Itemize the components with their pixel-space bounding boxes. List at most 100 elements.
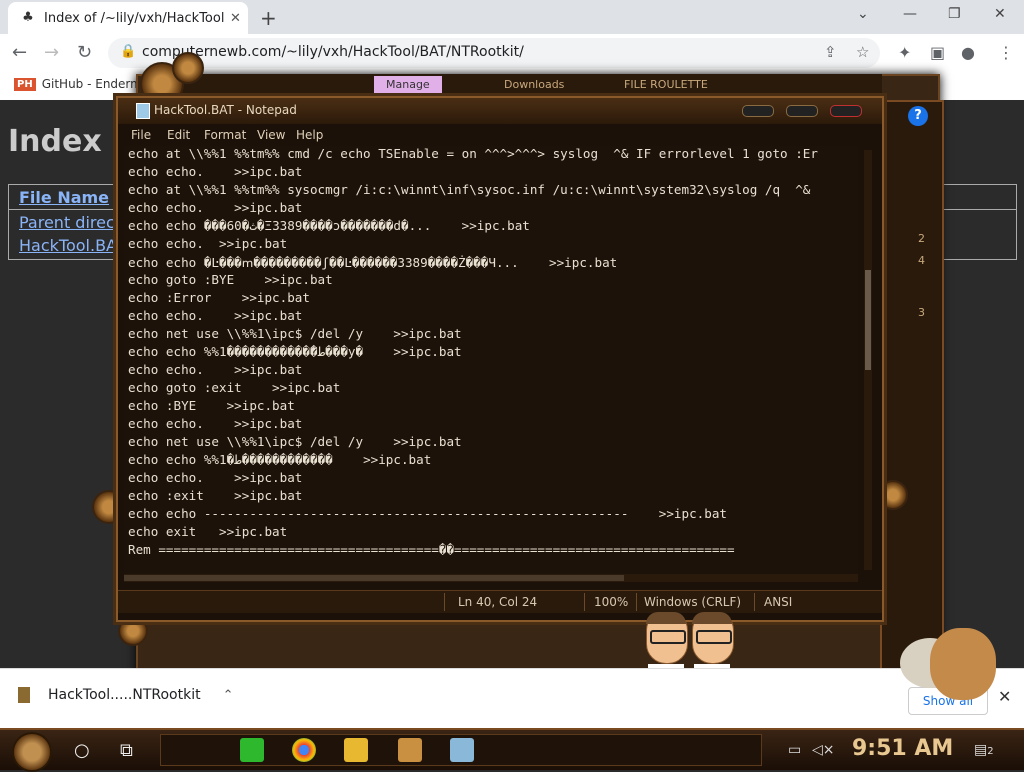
- vertical-scrollbar[interactable]: [864, 150, 872, 570]
- zoom-level: 100%: [594, 595, 629, 609]
- parent-directory-link[interactable]: Parent directo: [19, 213, 131, 232]
- notepad-text-area[interactable]: echo at \\%%1 %%tm%% cmd /c echo TSEnabl…: [124, 146, 858, 576]
- bookmark-github[interactable]: PH GitHub - Endermo: [14, 77, 149, 91]
- text-line: echo :BYE >>ipc.bat: [128, 398, 295, 413]
- help-icon[interactable]: ?: [908, 106, 928, 126]
- notification-count: 2: [987, 746, 994, 757]
- page-title: Index o: [8, 124, 133, 159]
- close-window-icon[interactable]: ✕: [994, 6, 1006, 22]
- download-item[interactable]: HackTool.....NTRootkit ⌃: [18, 687, 234, 703]
- notepad-statusbar: Ln 40, Col 24 100% Windows (CRLF) ANSI: [118, 590, 882, 613]
- status-separator: [636, 593, 637, 611]
- menu-edit[interactable]: Edit: [167, 128, 190, 142]
- menu-icon[interactable]: ⋮: [998, 43, 1014, 62]
- status-separator: [444, 593, 445, 611]
- steampunk-menu: Manage Downloads FILE ROULETTE: [152, 74, 882, 96]
- scroll-thumb[interactable]: [124, 575, 624, 581]
- text-line: echo echo ���60�ث�Ξ3389����ɔ�������d�...…: [128, 218, 530, 233]
- menu-help[interactable]: Help: [296, 128, 323, 142]
- downloads-tab[interactable]: Downloads: [504, 78, 564, 91]
- task-view-icon[interactable]: ⧉: [120, 740, 133, 761]
- taskbar: ○ ⧉ ▭ ◁× 9:51 AM ▤2: [0, 728, 1024, 772]
- notepad-icon: [136, 103, 150, 119]
- column-header-file-name[interactable]: File Name: [19, 188, 109, 207]
- share-icon[interactable]: ⇪: [824, 43, 837, 61]
- hackernews-icon: ♣: [22, 10, 34, 25]
- encoding: ANSI: [764, 595, 793, 609]
- manage-tab[interactable]: Manage: [374, 76, 442, 93]
- game-app-icon[interactable]: [398, 738, 422, 762]
- text-line: echo echo ------------------------------…: [128, 506, 727, 521]
- horizontal-scrollbar[interactable]: [124, 574, 858, 582]
- text-line: echo echo %%1�ط������������ >>ipc.bat: [128, 452, 432, 467]
- start-button[interactable]: [12, 732, 52, 772]
- minimize-icon[interactable]: [742, 105, 774, 117]
- file-explorer-icon[interactable]: [344, 738, 368, 762]
- status-separator: [754, 593, 755, 611]
- text-line: echo goto :exit >>ipc.bat: [128, 380, 341, 395]
- extensions-icon[interactable]: ✦: [898, 43, 911, 62]
- hacktool-bat-link[interactable]: HackTool.BAT: [19, 236, 126, 255]
- notepad-taskbar-icon[interactable]: [450, 738, 474, 762]
- clock[interactable]: 9:51 AM: [852, 736, 953, 761]
- text-line: echo exit >>ipc.bat: [128, 524, 288, 539]
- profile-icon[interactable]: ●: [961, 43, 975, 62]
- text-line: echo net use \\%%1\ipc$ /del /y >>ipc.ba…: [128, 434, 462, 449]
- side-panel-icon[interactable]: ▣: [930, 43, 945, 62]
- character-glasses: [696, 630, 732, 644]
- bookmark-star-icon[interactable]: ☆: [856, 43, 869, 61]
- menu-format[interactable]: Format: [204, 128, 246, 142]
- new-tab-icon[interactable]: +: [260, 6, 277, 30]
- character-hair: [692, 612, 732, 624]
- cursor-position: Ln 40, Col 24: [458, 595, 538, 609]
- text-line: echo goto :BYE >>ipc.bat: [128, 272, 333, 287]
- back-icon[interactable]: ←: [12, 42, 27, 63]
- status-separator: [584, 593, 585, 611]
- browser-tab[interactable]: ♣ Index of /~lily/vxh/HackTool/ ✕: [8, 2, 248, 34]
- sheets-icon[interactable]: [240, 738, 264, 762]
- close-icon[interactable]: [830, 105, 862, 117]
- text-line: echo echo. >>ipc.bat: [128, 164, 303, 179]
- maximize-icon[interactable]: [786, 105, 818, 117]
- file-roulette-tab[interactable]: FILE ROULETTE: [624, 78, 708, 91]
- minimize-icon[interactable]: —: [903, 6, 917, 22]
- address-bar[interactable]: 🔒 computernewb.com/~lily/vxh/HackTool/BA…: [108, 38, 880, 68]
- character-hair: [646, 612, 686, 624]
- chrome-icon[interactable]: [292, 738, 316, 762]
- tab-close-icon[interactable]: ✕: [230, 11, 241, 26]
- notepad-titlebar[interactable]: HackTool.BAT - Notepad: [118, 98, 882, 124]
- scroll-thumb[interactable]: [865, 270, 871, 370]
- tab-search-icon[interactable]: ⌄: [857, 6, 869, 22]
- search-icon[interactable]: ○: [74, 740, 90, 761]
- menu-view[interactable]: View: [257, 128, 285, 142]
- chevron-up-icon[interactable]: ⌃: [223, 688, 234, 703]
- text-line: echo echo. >>ipc.bat: [128, 200, 303, 215]
- downloads-bar: HackTool.....NTRootkit ⌃ Show all ✕: [0, 668, 1024, 729]
- menu-file[interactable]: File: [131, 128, 151, 142]
- side-number: 3: [918, 306, 925, 319]
- text-line: Rem ====================================…: [128, 542, 735, 557]
- text-line: echo echo �Ŀ���ՠ���������ʃ��Ŀ������3389�…: [128, 255, 618, 270]
- volume-muted-icon[interactable]: ◁×: [812, 742, 835, 758]
- text-line: echo :Error >>ipc.bat: [128, 290, 310, 305]
- lock-icon[interactable]: 🔒: [120, 44, 136, 59]
- text-line: echo at \\%%1 %%tm%% sysocmgr /i:c:\winn…: [128, 182, 811, 197]
- notepad-menubar: File Edit Format View Help: [124, 126, 872, 146]
- network-icon[interactable]: ▭: [788, 742, 801, 758]
- text-line: echo echo. >>ipc.bat: [128, 470, 303, 485]
- forward-icon[interactable]: →: [44, 42, 59, 63]
- close-downloads-icon[interactable]: ✕: [998, 687, 1011, 706]
- text-line: echo echo. >>ipc.bat: [128, 416, 303, 431]
- steampunk-side-panel: [880, 100, 944, 684]
- file-icon: [18, 687, 30, 703]
- notifications-icon[interactable]: ▤2: [974, 742, 994, 758]
- line-ending: Windows (CRLF): [644, 595, 742, 609]
- reload-icon[interactable]: ↻: [77, 42, 92, 63]
- tab-title: Index of /~lily/vxh/HackTool/: [44, 10, 224, 26]
- notepad-title: HackTool.BAT - Notepad: [154, 103, 297, 117]
- bookmark-label: GitHub - Endermo: [41, 77, 150, 91]
- notepad-window: HackTool.BAT - Notepad File Edit Format …: [116, 96, 884, 622]
- restore-icon[interactable]: ❐: [948, 6, 961, 22]
- text-line: echo at \\%%1 %%tm%% cmd /c echo TSEnabl…: [128, 146, 818, 161]
- side-number: 2: [918, 232, 925, 245]
